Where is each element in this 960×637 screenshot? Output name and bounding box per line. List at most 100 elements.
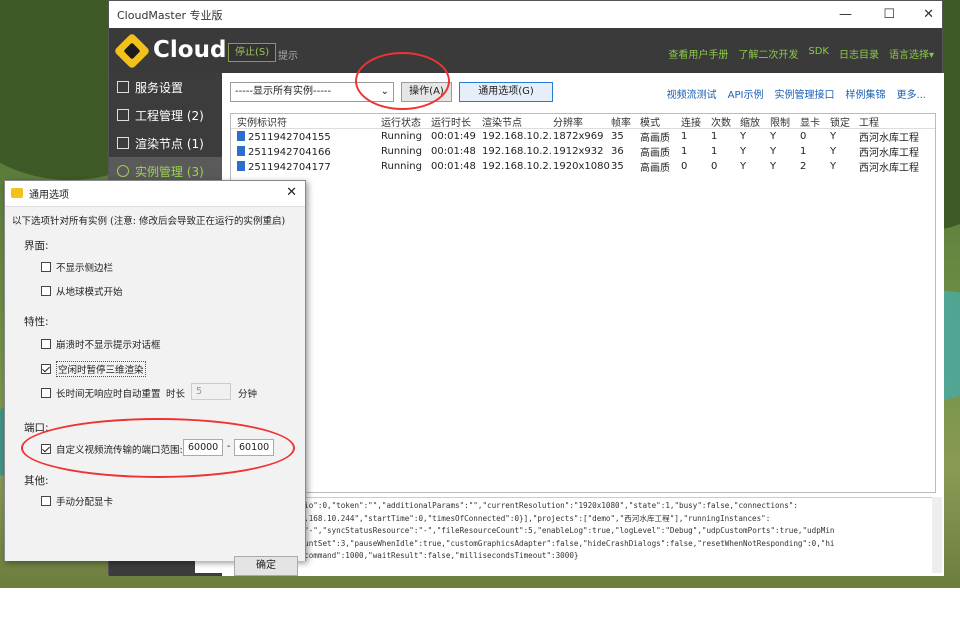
stop-button[interactable]: 停止(S) [228,43,277,62]
file-icon [237,130,245,141]
column-header[interactable]: 帧率 [611,114,640,129]
table-cell: 高画质 [640,163,670,174]
table-cell: 西河水库工程 [859,163,919,174]
table-cell: 1 [800,146,807,157]
section-label-ui: 界面: [24,240,49,252]
user-manual-link[interactable]: 查看用户手册 [668,46,728,61]
monitor-icon [117,137,129,149]
title-bar: CloudMaster 专业版 — ☐ ✕ [109,1,942,28]
file-icon [237,145,245,156]
table-cell: 192.168.10.2... [482,131,553,142]
language-select-link[interactable]: 语言选择▾ [889,46,934,61]
table-cell: 192.168.10.2... [482,161,553,172]
close-icon[interactable]: ✕ [923,7,934,22]
column-header[interactable]: 渲染节点 [482,114,553,129]
checkbox-box [41,388,51,398]
app-header: Cloud 停止(S) 提示 查看用户手册 了解二次开发 SDK 日志目录 语言… [109,28,942,73]
table-cell: Y [770,131,777,142]
maximize-icon[interactable]: ☐ [883,7,895,22]
column-header[interactable]: 工程 [859,114,929,129]
samples-link[interactable]: 样例集锦 [845,86,885,101]
table-cell: 西河水库工程 [859,133,919,144]
table-cell: 00:01:49 [431,131,476,142]
window-title: CloudMaster 专业版 [117,8,223,22]
minimize-icon[interactable]: — [839,7,852,22]
table-row[interactable]: 2511942704166 Running 00:01:48 192.168.1… [231,144,935,159]
column-header[interactable]: 缩放 [740,114,770,129]
log-directory-link[interactable]: 日志目录 [839,46,879,61]
log-line: te":50,"videoScalingRatio":0,"token":"",… [199,501,798,510]
section-label-features: 特性: [24,316,49,328]
sidebar-item-render-nodes[interactable]: 渲染节点 (1) [109,129,222,157]
table-cell: Y [770,146,777,157]
table-cell: Running [381,131,422,142]
column-header[interactable]: 分辨率 [553,114,611,129]
table-cell: 高画质 [640,148,670,159]
table-cell: Y [830,146,837,157]
sidebar-item-label: 工程管理 (2) [135,108,204,123]
table-cell: Y [830,161,837,172]
highlight-circle-annotation [21,418,295,478]
column-header[interactable]: 次数 [711,114,740,129]
settings-icon [117,81,129,93]
checkbox-box [41,262,51,272]
more-link[interactable]: 更多... [896,86,926,101]
table-cell: Y [830,131,837,142]
table-cell: 35 [611,161,624,172]
sidebar-item-service-settings[interactable]: 服务设置 [109,73,222,101]
log-scrollbar[interactable] [932,497,942,573]
table-cell: 1 [681,131,688,142]
instance-id-cell: 2511942704166 [231,145,381,158]
idle-pause-checkbox[interactable]: 空闲时暂停三维渲染 [41,361,146,377]
dialog-notice: 以下选项针对所有实例 (注意: 修改后会导致正在运行的实例重启) [12,216,286,227]
start-globe-checkbox[interactable]: 从地球模式开始 [41,284,123,298]
table-cell: Running [381,146,422,157]
table-cell: 1912x932 [553,146,604,157]
table-cell: 0 [711,161,718,172]
section-label-other: 其他: [24,475,49,487]
table-cell: 00:01:48 [431,146,476,157]
duration-input[interactable]: 5 [191,383,231,400]
column-header[interactable]: 限制 [770,114,800,129]
app-icon [11,188,23,198]
table-header-row: 实例标识符 运行状态 运行时长 渲染节点 分辨率 帧率 模式 连接 次数 缩放 … [231,114,935,129]
sdk-link[interactable]: SDK [808,46,829,61]
checkbox-label: 不显示侧边栏 [56,263,114,274]
ok-button[interactable]: 确定 [234,556,298,576]
column-header[interactable]: 实例标识符 [231,114,381,129]
document-icon [117,109,129,121]
api-sample-link[interactable]: API示例 [728,86,764,101]
hint-text[interactable]: 提示 [278,47,298,62]
checkbox-label: 长时间无响应时自动重置 [56,389,161,400]
instance-api-link[interactable]: 实例管理接口 [774,86,834,101]
auto-reset-checkbox[interactable]: 长时间无响应时自动重置 [41,386,161,400]
crash-no-dialog-checkbox[interactable]: 崩溃时不显示提示对话框 [41,337,161,351]
table-cell: 1920x1080 [553,161,610,172]
table-cell: 西河水库工程 [859,148,919,159]
general-options-button[interactable]: 通用选项(G) [459,82,553,102]
cube-logo-icon [113,32,151,70]
sidebar-item-label: 渲染节点 (1) [135,136,204,151]
dialog-title-bar: 通用选项 ✕ [5,181,305,205]
column-header[interactable]: 运行状态 [381,114,431,129]
stream-test-link[interactable]: 视频流测试 [667,86,717,101]
column-header[interactable]: 模式 [640,114,681,129]
hide-sidebar-checkbox[interactable]: 不显示侧边栏 [41,260,113,274]
secondary-dev-link[interactable]: 了解二次开发 [738,46,798,61]
column-header[interactable]: 连接 [681,114,711,129]
table-cell: 高画质 [640,133,670,144]
sidebar-item-projects[interactable]: 工程管理 (2) [109,101,222,129]
dialog-body: 以下选项针对所有实例 (注意: 修改后会导致正在运行的实例重启) 界面: 不显示… [5,206,305,576]
column-header[interactable]: 运行时长 [431,114,482,129]
manual-gpu-checkbox[interactable]: 手动分配显卡 [41,494,113,508]
dialog-close-icon[interactable]: ✕ [286,185,297,200]
table-row[interactable]: 2511942704177 Running 00:01:48 192.168.1… [231,159,935,174]
instance-id-cell: 2511942704177 [231,160,381,173]
brand-name: Cloud [153,37,227,63]
column-header[interactable]: 显卡 [800,114,830,129]
table-cell: 36 [611,146,624,157]
table-row[interactable]: 2511942704155 Running 00:01:49 192.168.1… [231,129,935,144]
duration-label: 时长 [166,389,186,400]
table-cell: Y [740,131,747,142]
column-header[interactable]: 锁定 [830,114,859,129]
